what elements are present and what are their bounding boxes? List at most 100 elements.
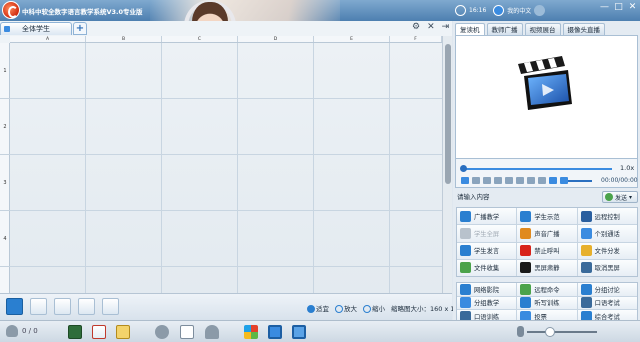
- seek-bar[interactable]: [462, 168, 612, 170]
- open-folder-icon[interactable]: [461, 177, 469, 184]
- row-header-cell[interactable]: 3: [0, 155, 10, 211]
- cancel-black-screen-button[interactable]: 取消黑屏: [577, 259, 637, 276]
- column-header-cell[interactable]: C: [162, 36, 238, 42]
- hand-raise-icon[interactable]: [205, 325, 219, 339]
- sound-broadcast-button[interactable]: 声音广播: [517, 225, 577, 242]
- cancel-black-screen-icon: [580, 262, 592, 274]
- screen-view-icon[interactable]: [78, 298, 95, 315]
- chat-icon[interactable]: [155, 325, 169, 339]
- media-player-screen[interactable]: [455, 35, 638, 159]
- play-icon[interactable]: [483, 177, 491, 184]
- broadcast-icon: [460, 210, 471, 222]
- function-label: 分组教学: [474, 300, 500, 308]
- send-icon: [605, 193, 613, 201]
- send-button[interactable]: 发送 ▾: [602, 191, 638, 203]
- close-icon[interactable]: ✕: [427, 22, 435, 32]
- close-window-button[interactable]: ✕: [628, 3, 637, 12]
- file-collect-button[interactable]: 文件收集: [457, 259, 517, 276]
- tab-all-students[interactable]: 全体学生: [0, 22, 72, 35]
- student-speak-button[interactable]: 学生发言: [457, 242, 517, 259]
- computer-icon[interactable]: [268, 325, 282, 339]
- start-icon[interactable]: [244, 325, 258, 339]
- column-header-cell[interactable]: E: [314, 36, 390, 42]
- black-screen-button[interactable]: 黑屏肃静: [517, 259, 577, 276]
- seat-view-icon[interactable]: [6, 298, 23, 315]
- vertical-scroll-thumb[interactable]: [445, 44, 451, 184]
- microphone-icon[interactable]: [517, 326, 524, 337]
- info-icon[interactable]: [493, 4, 505, 16]
- forbid-call-icon: [520, 245, 532, 257]
- student-info-icon[interactable]: [54, 298, 71, 315]
- online-count: 0 / 0: [22, 327, 38, 335]
- speaker-icon[interactable]: [560, 177, 568, 184]
- zoom-out-button[interactable]: 缩小: [363, 303, 385, 313]
- oral-exam-button[interactable]: 口语考试: [577, 296, 637, 310]
- tab-camera-live[interactable]: 摄像头直播: [562, 23, 605, 35]
- row-header-cell[interactable]: 2: [0, 99, 10, 155]
- tab-teacher-broadcast[interactable]: 教师广播: [486, 23, 523, 35]
- dropdown-icon[interactable]: [548, 7, 554, 13]
- row-header-cell[interactable]: 1: [0, 43, 10, 99]
- message-input-placeholder[interactable]: 请输入内容: [457, 191, 490, 201]
- fit-button[interactable]: 适宜: [307, 303, 329, 313]
- seat-grid-area: 全体学生 + ⚙ ✕ ⇥ A B C D E F 1 2 3 4: [0, 21, 452, 299]
- media-clapper-icon: [518, 56, 572, 110]
- bottom-taskbar: 0 / 0: [0, 320, 640, 342]
- column-header-cell[interactable]: D: [238, 36, 314, 42]
- add-tab-button[interactable]: +: [73, 22, 87, 35]
- settings-icon[interactable]: ⚙: [412, 22, 420, 32]
- cinema-button[interactable]: 网络影院: [457, 283, 517, 296]
- seat-cells[interactable]: [10, 43, 442, 293]
- dictation-button[interactable]: 听写训练: [517, 296, 577, 310]
- list-view-icon[interactable]: [30, 298, 47, 315]
- mic-volume-knob[interactable]: [545, 326, 556, 337]
- ab-repeat-icon[interactable]: [538, 177, 546, 184]
- broadcast-button[interactable]: 广播教学: [457, 208, 517, 225]
- repeat-icon[interactable]: [527, 177, 535, 184]
- roll-call-icon[interactable]: [116, 325, 130, 339]
- prev-icon[interactable]: [472, 177, 480, 184]
- column-header-cell[interactable]: F: [390, 36, 442, 42]
- group-view-icon[interactable]: [102, 298, 119, 315]
- group-discuss-button[interactable]: 分组讨论: [577, 283, 637, 296]
- mic-volume-slider[interactable]: [527, 326, 597, 337]
- notification-icon[interactable]: [534, 4, 546, 16]
- column-header-cell[interactable]: A: [10, 36, 86, 42]
- file-send-button[interactable]: 文件分发: [577, 242, 637, 259]
- speed-label[interactable]: 1.0x: [620, 164, 634, 172]
- row-header-cell[interactable]: 4: [0, 211, 10, 267]
- minimize-button[interactable]: —: [600, 3, 609, 12]
- blackboard-icon[interactable]: [68, 325, 82, 339]
- group-teach-button[interactable]: 分组教学: [457, 296, 517, 310]
- column-header-cell[interactable]: B: [86, 36, 162, 42]
- right-panel: 复读机 教师广播 视频展台 摄像头直播 1.0x 00:00/00:00 请输入…: [453, 21, 640, 336]
- forbid-call-button[interactable]: 禁止呼叫: [517, 242, 577, 259]
- remote-control-button[interactable]: 远程控制: [577, 208, 637, 225]
- file-send-icon: [580, 245, 592, 257]
- volume-slider[interactable]: [568, 180, 592, 182]
- tab-repeater[interactable]: 复读机: [455, 23, 485, 35]
- screen-icon[interactable]: [292, 325, 306, 339]
- cinema-icon: [460, 283, 471, 295]
- remote-command-button[interactable]: 远程命令: [517, 283, 577, 296]
- app-logo-icon: [2, 1, 20, 19]
- vertical-scrollbar[interactable]: [442, 36, 452, 293]
- grid-view-icon[interactable]: [549, 177, 557, 184]
- stop-icon[interactable]: [505, 177, 513, 184]
- private-call-button[interactable]: 个别通话: [577, 225, 637, 242]
- chevron-down-icon[interactable]: ▾: [629, 194, 632, 201]
- oral-exam-icon: [580, 297, 592, 309]
- tab-video-booth[interactable]: 视频展台: [524, 23, 561, 35]
- student-demo-icon: [520, 210, 532, 222]
- zoom-in-button[interactable]: 放大: [335, 303, 357, 313]
- record-icon[interactable]: [516, 177, 524, 184]
- document-icon[interactable]: [180, 325, 194, 339]
- student-demo-button[interactable]: 学生示范: [517, 208, 577, 225]
- input-method-label[interactable]: 我的中文: [507, 6, 531, 15]
- seek-handle[interactable]: [460, 165, 467, 172]
- pin-icon[interactable]: ⇥: [442, 22, 450, 32]
- pause-icon[interactable]: [494, 177, 502, 184]
- whiteboard-icon[interactable]: [92, 325, 106, 339]
- group-discuss-icon: [580, 283, 592, 295]
- maximize-button[interactable]: □: [614, 3, 623, 12]
